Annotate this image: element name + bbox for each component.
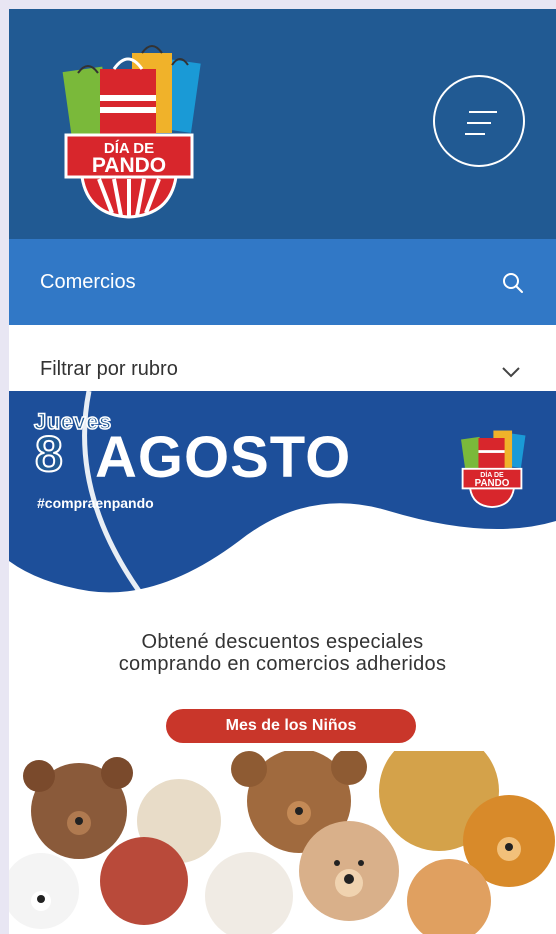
mes-de-los-ninos-button[interactable]: Mes de los Niños xyxy=(166,709,416,743)
filter-label: Filtrar por rubro xyxy=(40,358,178,380)
teddy-bears-image xyxy=(9,751,555,934)
site-header: DÍA DE PANDO xyxy=(9,9,556,239)
comercios-label: Comercios xyxy=(40,271,136,293)
promo-line-2: comprando en comercios adheridos xyxy=(118,653,447,675)
menu-button[interactable] xyxy=(433,75,525,167)
promo-text: Obtené descuentos especiales comprando e… xyxy=(9,631,556,675)
filter-by-category[interactable]: Filtrar por rubro xyxy=(9,325,556,391)
day-number: 8 xyxy=(34,426,64,482)
month-title: AGOSTO xyxy=(95,425,352,490)
comercios-nav[interactable]: Comercios xyxy=(9,239,556,325)
promo-line-1: Obtené descuentos especiales xyxy=(141,631,424,653)
dia-de-pando-mini-logo: DÍA DE PANDO xyxy=(461,430,526,509)
chevron-down-icon[interactable] xyxy=(501,365,521,379)
app-frame: DÍA DE PANDO Comercios Filtrar por rubro xyxy=(9,9,556,934)
logo-text-line2: PANDO xyxy=(92,154,166,177)
dia-de-pando-logo[interactable]: DÍA DE PANDO xyxy=(54,39,204,219)
hashtag: #compraenpando xyxy=(37,495,154,511)
mini-logo-text-line2: PANDO xyxy=(475,478,510,489)
promo-banner: Jueves 8 AGOSTO #compraenpando DÍA DE PA… xyxy=(9,391,556,934)
search-icon[interactable] xyxy=(502,272,524,294)
